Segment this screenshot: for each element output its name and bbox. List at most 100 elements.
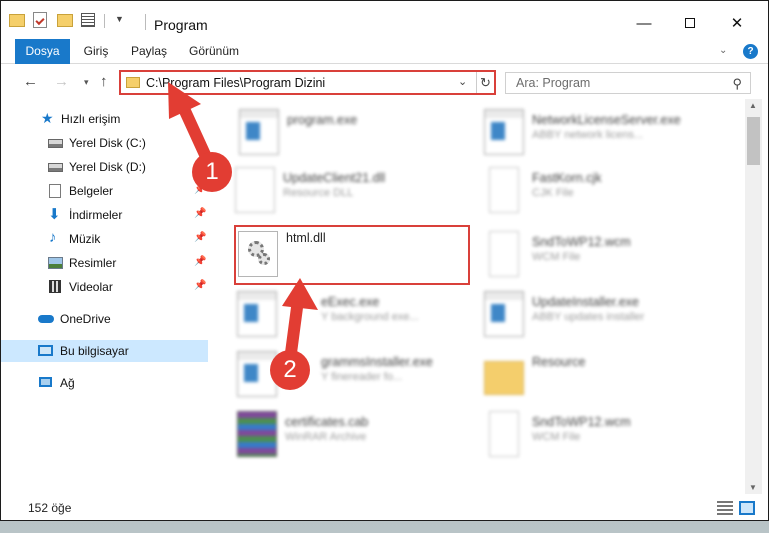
file-name: SndToWP12.wcm: [532, 415, 631, 429]
tiles-view-icon[interactable]: [739, 501, 755, 515]
view-options-icon[interactable]: [81, 13, 95, 27]
refresh-button[interactable]: ↻: [476, 72, 494, 93]
status-bar: 152 öğe: [1, 495, 768, 521]
file-description: Y finereader fo...: [321, 371, 403, 383]
tab-share[interactable]: Paylaş: [127, 39, 171, 64]
disk-icon: [48, 139, 63, 148]
new-folder-icon[interactable]: [57, 14, 73, 27]
file-description: ABBY network licens...: [532, 129, 644, 141]
scroll-up-icon[interactable]: ▲: [749, 101, 757, 110]
sidebar-item-label: Belgeler: [69, 184, 114, 198]
tab-file[interactable]: Dosya: [15, 39, 70, 64]
file-name: eExec.exe: [321, 295, 380, 309]
file-item[interactable]: program.exe: [239, 105, 479, 161]
pin-icon[interactable]: 📌: [194, 232, 206, 243]
pin-icon[interactable]: 📌: [194, 256, 206, 267]
search-placeholder: Ara: Program: [516, 76, 591, 90]
title-divider: [145, 14, 146, 30]
file-item[interactable]: SndToWP12.wcm WCM File: [484, 227, 724, 283]
sidebar-item-onedrive[interactable]: OneDrive: [1, 308, 208, 330]
file-item[interactable]: FastKorn.cjk CJK File: [484, 163, 724, 219]
tab-view[interactable]: Görünüm: [184, 39, 244, 64]
file-name: SndToWP12.wcm: [532, 235, 631, 249]
file-name: FastKorn.cjk: [532, 171, 602, 185]
file-description: WCM File: [532, 251, 581, 263]
scroll-down-icon[interactable]: ▼: [749, 483, 757, 492]
pictures-icon: [48, 257, 63, 269]
file-item[interactable]: UpdateClient21.dll Resource DLL: [235, 163, 475, 219]
file-name: certificates.cab: [285, 415, 369, 429]
maximize-button[interactable]: [667, 10, 713, 38]
file-item[interactable]: UpdateInstaller.exe ABBY updates install…: [484, 287, 724, 343]
sidebar-item-label: Bu bilgisayar: [60, 344, 129, 358]
exe-file-icon: [239, 109, 279, 155]
file-name: grammsInstaller.exe: [321, 355, 433, 369]
customize-toolbar-icon[interactable]: ▼: [115, 14, 124, 32]
folder-icon: [484, 361, 524, 395]
ribbon-tabs: Dosya Giriş Paylaş Görünüm ⌄ ?: [1, 39, 768, 64]
sidebar-item-this-pc[interactable]: Bu bilgisayar: [1, 340, 208, 362]
file-description: Resource DLL: [283, 187, 354, 199]
folder-icon: [126, 77, 140, 88]
sidebar-item-pictures[interactable]: Resimler 📌: [1, 252, 208, 274]
file-icon: [489, 167, 519, 213]
file-item[interactable]: certificates.cab WinRAR Archive: [237, 407, 477, 463]
explorer-window: ▼ Program — ✕ Dosya Giriş Paylaş Görünüm…: [0, 0, 769, 521]
pin-icon[interactable]: 📌: [194, 208, 206, 219]
sidebar-item-label: Hızlı erişim: [61, 112, 121, 126]
computer-icon: [38, 345, 53, 356]
step-badge-2: 2: [270, 350, 310, 390]
navigation-bar: ← → ▾ ↑ C:\Program Files\Program Dizini …: [1, 65, 768, 99]
search-input[interactable]: Ara: Program ⚲: [505, 72, 751, 94]
sidebar-item-quick-access[interactable]: ★ Hızlı erişim: [1, 108, 208, 130]
sidebar-item-label: Müzik: [69, 232, 101, 246]
properties-icon[interactable]: [33, 12, 47, 28]
address-path[interactable]: C:\Program Files\Program Dizini: [146, 76, 325, 90]
forward-button[interactable]: →: [54, 73, 69, 90]
details-view-icon[interactable]: [717, 501, 733, 515]
file-item[interactable]: eExec.exe Y background exe...: [237, 287, 477, 343]
back-button[interactable]: ←: [23, 73, 38, 90]
sidebar-item-music[interactable]: ♪ Müzik 📌: [1, 228, 208, 250]
sidebar-item-documents[interactable]: Belgeler 📌: [1, 180, 208, 202]
address-bar[interactable]: C:\Program Files\Program Dizini ⌄ ↻: [119, 70, 496, 95]
help-icon[interactable]: ?: [743, 44, 758, 59]
file-name: NetworkLicenseServer.exe: [532, 113, 681, 127]
download-icon: ⬇: [48, 206, 61, 223]
file-description: WCM File: [532, 431, 581, 443]
highlight-box: [234, 225, 470, 285]
minimize-button[interactable]: —: [621, 10, 667, 38]
sidebar-item-label: Ağ: [60, 376, 75, 390]
sidebar-item-label: OneDrive: [60, 312, 111, 326]
network-icon: [39, 377, 52, 387]
pin-icon[interactable]: 📌: [194, 280, 206, 291]
address-dropdown-icon[interactable]: ⌄: [458, 75, 467, 88]
up-button[interactable]: ↑: [100, 73, 108, 90]
file-name: UpdateInstaller.exe: [532, 295, 640, 309]
sidebar-item-videos[interactable]: Videolar 📌: [1, 276, 208, 298]
archive-icon: [237, 411, 277, 457]
search-icon[interactable]: ⚲: [732, 76, 742, 92]
vertical-scrollbar[interactable]: ▲ ▼: [745, 99, 762, 494]
expand-ribbon-icon[interactable]: ⌄: [719, 45, 727, 56]
maximize-icon: [685, 18, 695, 28]
close-button[interactable]: ✕: [714, 10, 760, 38]
star-icon: ★: [41, 110, 54, 126]
sidebar-item-downloads[interactable]: ⬇ İndirmeler 📌: [1, 204, 208, 226]
file-item[interactable]: SndToWP12.wcm WCM File: [484, 407, 724, 463]
tab-home[interactable]: Giriş: [79, 39, 113, 64]
step-badge-1: 1: [192, 152, 232, 192]
recent-locations-icon[interactable]: ▾: [84, 77, 89, 88]
file-item[interactable]: Resource: [484, 347, 724, 403]
sidebar-item-local-disk-d[interactable]: Yerel Disk (D:): [1, 156, 208, 178]
file-description: WinRAR Archive: [285, 431, 367, 443]
sidebar-item-label: Videolar: [69, 280, 113, 294]
scrollbar-thumb[interactable]: [747, 117, 760, 165]
file-item[interactable]: NetworkLicenseServer.exe ABBY network li…: [484, 105, 724, 161]
sidebar-item-network[interactable]: Ağ: [1, 372, 208, 394]
file-name: UpdateClient21.dll: [283, 171, 386, 185]
dll-file-icon: [235, 167, 275, 213]
exe-file-icon: [484, 109, 524, 155]
sidebar-item-local-disk-c[interactable]: Yerel Disk (C:): [1, 132, 208, 154]
file-name: Resource: [532, 355, 586, 369]
